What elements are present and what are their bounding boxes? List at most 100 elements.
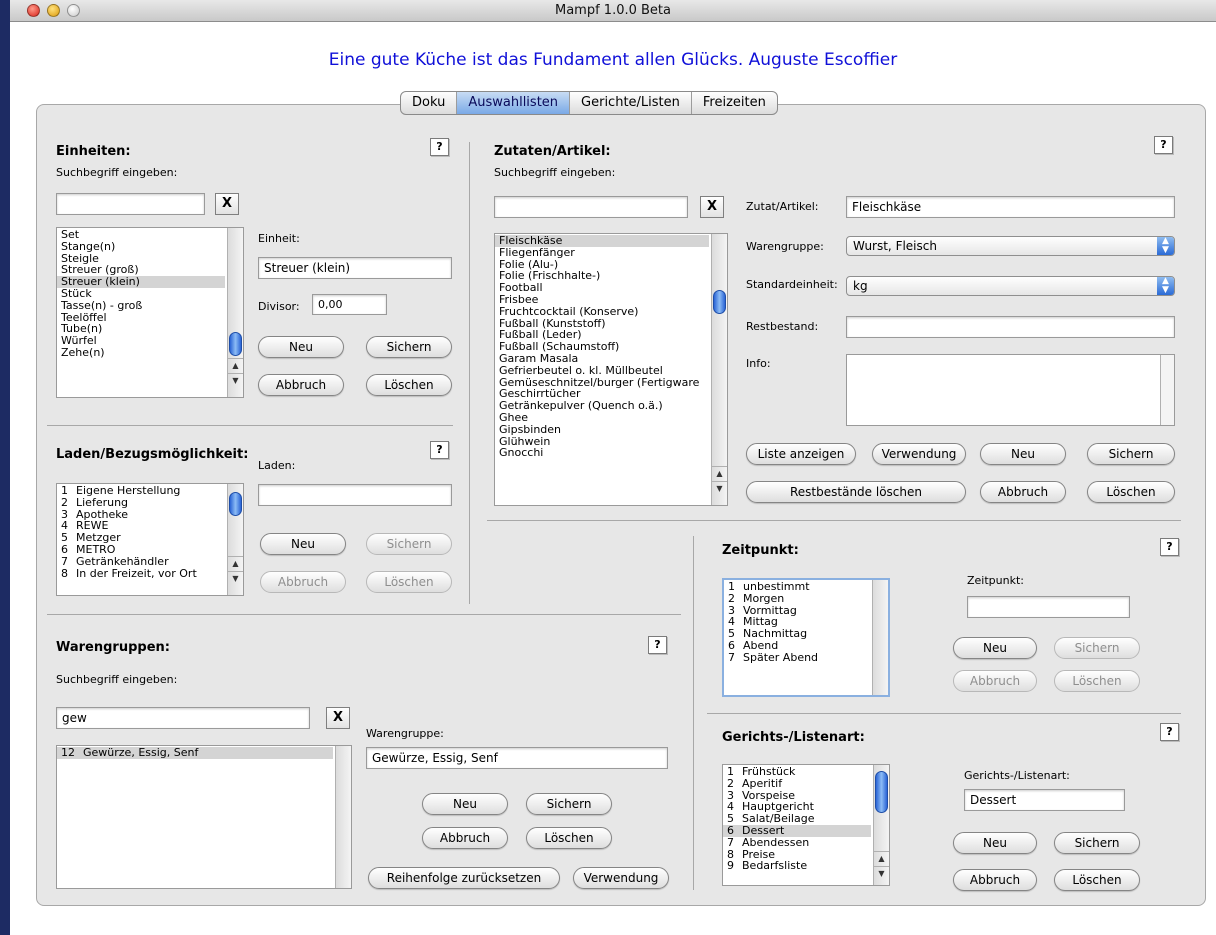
zeitpunkt-neu-button[interactable]: Neu <box>953 637 1037 659</box>
list-item[interactable]: 4 REWE <box>61 520 225 532</box>
zeitpunkt-list[interactable]: 1 unbestimmt 2 Morgen 3 Vormittag 4 Mittag 5 Nach… <box>722 578 890 697</box>
gerichtsart-scrollbar[interactable]: ▲ ▼ <box>873 765 889 885</box>
gerichtsart-field[interactable]: Dessert <box>964 789 1125 811</box>
warengruppen-loeschen-button[interactable]: Löschen <box>526 827 612 849</box>
list-item[interactable]: 5 Salat/Beilage <box>727 813 871 825</box>
warengruppen-sichern-button[interactable]: Sichern <box>526 793 612 815</box>
warengruppen-help-button[interactable]: ? <box>648 636 667 654</box>
zutaten-neu-button[interactable]: Neu <box>980 443 1066 465</box>
list-item[interactable]: Streuer (groß) <box>61 264 225 276</box>
list-item[interactable]: Fruchtcocktail (Konserve) <box>499 306 709 318</box>
divisor-field[interactable]: 0,00 <box>312 294 387 315</box>
warengruppe-select[interactable]: Wurst, Fleisch ▲ ▼ <box>846 236 1175 256</box>
list-item[interactable]: 9 Bedarfsliste <box>727 860 871 872</box>
list-item[interactable]: 2 Lieferung <box>61 497 225 509</box>
scroll-up-icon[interactable]: ▲ <box>712 466 727 480</box>
zutaten-scrollbar[interactable]: ▲ ▼ <box>711 234 727 505</box>
list-item[interactable]: 7 Getränkehändler <box>61 556 225 568</box>
list-item[interactable]: Gefrierbeutel o. kl. Müllbeutel <box>499 365 709 377</box>
list-item[interactable]: 2 Aperitif <box>727 778 871 790</box>
einheiten-loeschen-button[interactable]: Löschen <box>366 374 452 396</box>
list-item[interactable]: 4 Mittag <box>728 616 870 628</box>
list-item[interactable]: 1 Eigene Herstellung <box>61 485 225 497</box>
einheit-field[interactable]: Streuer (klein) <box>258 257 452 279</box>
list-item[interactable]: Stange(n) <box>61 241 225 253</box>
warengruppen-clear-button[interactable]: X <box>326 707 350 729</box>
einheiten-search-input[interactable] <box>56 193 205 215</box>
gerichtsart-help-button[interactable]: ? <box>1160 723 1179 741</box>
zutaten-verwendung-button[interactable]: Verwendung <box>872 443 966 465</box>
list-item[interactable]: Würfel <box>61 335 225 347</box>
gerichtsart-sichern-button[interactable]: Sichern <box>1054 832 1140 854</box>
zutaten-abbruch-button[interactable]: Abbruch <box>980 481 1066 503</box>
list-item[interactable]: Zehe(n) <box>61 347 225 359</box>
liste-anzeigen-button[interactable]: Liste anzeigen <box>746 443 856 465</box>
list-item[interactable]: Getränkepulver (Quench o.ä.) <box>499 400 709 412</box>
list-item[interactable]: Teelöffel <box>61 312 225 324</box>
laden-neu-button[interactable]: Neu <box>260 533 346 555</box>
zeitpunkt-abbruch-button[interactable]: Abbruch <box>953 670 1037 692</box>
list-item[interactable]: 6 Dessert <box>723 824 871 837</box>
restbestand-field[interactable] <box>846 316 1175 338</box>
zutaten-loeschen-button[interactable]: Löschen <box>1087 481 1175 503</box>
list-item[interactable]: 4 Hauptgericht <box>727 801 871 813</box>
scroll-down-icon[interactable]: ▼ <box>712 481 727 495</box>
list-item[interactable]: Glühwein <box>499 436 709 448</box>
list-item[interactable]: Streuer (klein) <box>57 276 225 288</box>
zeitpunkt-sichern-button[interactable]: Sichern <box>1054 637 1140 659</box>
laden-list[interactable]: 1 Eigene Herstellung 2 Lieferung 3 Apotheke 4 R… <box>56 483 244 596</box>
laden-abbruch-button[interactable]: Abbruch <box>260 571 346 593</box>
einheiten-neu-button[interactable]: Neu <box>258 336 344 358</box>
gerichtsart-list[interactable]: 1 Frühstück 2 Aperitif 3 Vorspeise 4 Hauptgeric… <box>722 764 890 886</box>
scroll-thumb[interactable] <box>875 771 888 813</box>
tab-gerichte-listen[interactable]: Gerichte/Listen <box>570 92 692 114</box>
laden-help-button[interactable]: ? <box>430 441 449 459</box>
list-item[interactable]: Ghee <box>499 412 709 424</box>
list-item[interactable]: Frisbee <box>499 294 709 306</box>
list-item[interactable]: Geschirrtücher <box>499 388 709 400</box>
list-item[interactable]: 6 Abend <box>728 640 870 652</box>
list-item[interactable]: 7 Abendessen <box>727 837 871 849</box>
list-item[interactable]: Folie (Frischhalte-) <box>499 270 709 282</box>
zutaten-list[interactable]: Fleischkäse Fliegenfänger Folie (Alu-) Foli… <box>494 233 728 506</box>
zutaten-search-input[interactable] <box>494 196 688 218</box>
list-item[interactable]: 3 Vormittag <box>728 605 870 617</box>
restbestaende-loeschen-button[interactable]: Restbestände löschen <box>746 481 966 503</box>
list-item[interactable]: 2 Morgen <box>728 593 870 605</box>
gerichtsart-abbruch-button[interactable]: Abbruch <box>953 869 1037 891</box>
list-item[interactable]: 1 unbestimmt <box>728 581 870 593</box>
list-item[interactable]: Gemüseschnitzel/burger (Fertigware <box>499 377 709 389</box>
list-item[interactable]: 3 Apotheke <box>61 509 225 521</box>
list-item[interactable]: Fußball (Leder) <box>499 329 709 341</box>
scroll-up-icon[interactable]: ▲ <box>228 556 243 570</box>
laden-scrollbar[interactable]: ▲ ▼ <box>227 484 243 595</box>
info-textarea[interactable] <box>846 354 1175 426</box>
tab-freizeiten[interactable]: Freizeiten <box>692 92 777 114</box>
list-item[interactable]: 12 Gewürze, Essig, Senf <box>57 747 333 759</box>
scroll-up-icon[interactable]: ▲ <box>228 358 243 372</box>
scroll-thumb[interactable] <box>229 332 242 356</box>
reihenfolge-zuruecksetzen-button[interactable]: Reihenfolge zurücksetzen <box>368 867 560 889</box>
warengruppen-abbruch-button[interactable]: Abbruch <box>422 827 508 849</box>
list-item[interactable]: Steigle <box>61 253 225 265</box>
scroll-down-icon[interactable]: ▼ <box>228 571 243 585</box>
list-item[interactable]: 6 METRO <box>61 544 225 556</box>
list-item[interactable]: 5 Metzger <box>61 532 225 544</box>
list-item[interactable]: Tasse(n) - groß <box>61 300 225 312</box>
list-item[interactable]: 7 Später Abend <box>728 652 870 664</box>
list-item[interactable]: Fußball (Kunststoff) <box>499 318 709 330</box>
warengruppen-list[interactable]: 12 Gewürze, Essig, Senf <box>56 745 352 889</box>
list-item[interactable]: 5 Nachmittag <box>728 628 870 640</box>
einheiten-abbruch-button[interactable]: Abbruch <box>258 374 344 396</box>
warengruppe-field[interactable]: Gewürze, Essig, Senf <box>366 747 668 769</box>
laden-field[interactable] <box>258 484 452 506</box>
scroll-down-icon[interactable]: ▼ <box>228 373 243 387</box>
list-item[interactable]: 8 Preise <box>727 849 871 861</box>
list-item[interactable]: Fußball (Schaumstoff) <box>499 341 709 353</box>
list-item[interactable]: Football <box>499 282 709 294</box>
tab-auswahllisten[interactable]: Auswahllisten <box>457 92 571 114</box>
zutaten-sichern-button[interactable]: Sichern <box>1087 443 1175 465</box>
info-scrollbar[interactable] <box>1160 355 1174 425</box>
list-item[interactable]: 1 Frühstück <box>727 766 871 778</box>
zutaten-clear-button[interactable]: X <box>700 196 724 218</box>
